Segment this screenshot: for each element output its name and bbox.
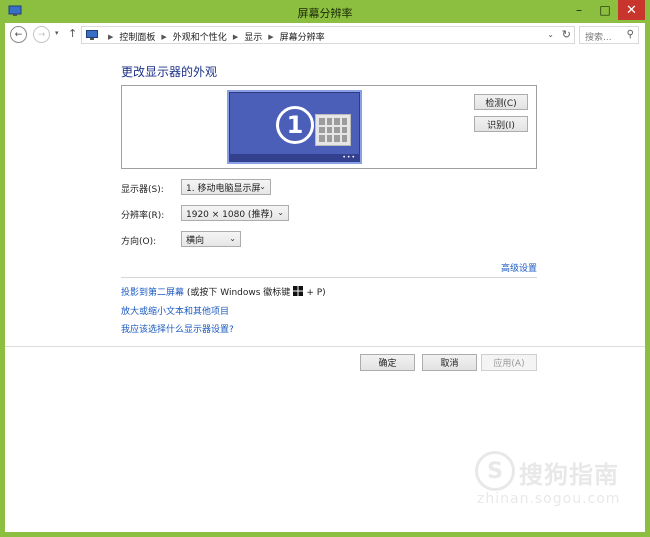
breadcrumb-display[interactable]: 显示 bbox=[244, 30, 262, 43]
window-title: 屏幕分辨率 bbox=[297, 7, 353, 20]
ok-button[interactable]: 确定 bbox=[360, 354, 415, 371]
orientation-label: 方向(O): bbox=[121, 237, 157, 247]
back-button[interactable]: ← bbox=[10, 26, 27, 43]
chevron-down-icon: ⌄ bbox=[277, 208, 284, 217]
breadcrumb-screen-resolution[interactable]: 屏幕分辨率 bbox=[280, 30, 325, 43]
page-title: 更改显示器的外观 bbox=[121, 65, 218, 79]
resolution-select-value: 1920 × 1080 (推荐) bbox=[186, 209, 273, 220]
display-select-value: 1. 移动电脑显示屏 bbox=[186, 183, 261, 194]
breadcrumb-separator-icon[interactable]: ▶ bbox=[233, 33, 238, 41]
resolution-label: 分辨率(R): bbox=[121, 211, 165, 221]
watermark-brand: 搜狗指南 bbox=[519, 461, 619, 489]
breadcrumb-appearance[interactable]: 外观和个性化 bbox=[173, 30, 227, 43]
orientation-select-value: 横向 bbox=[186, 235, 205, 246]
resolution-select[interactable]: 1920 × 1080 (推荐) ⌄ bbox=[181, 205, 289, 221]
breadcrumb-separator-icon[interactable]: ▶ bbox=[161, 33, 166, 41]
identify-button[interactable]: 识别(I) bbox=[474, 116, 528, 132]
watermark-url: zhinan.sogou.com bbox=[477, 491, 621, 507]
monitor-number-badge: 1 bbox=[276, 106, 314, 144]
project-hint-text: (或按下 Windows 徽标键 bbox=[186, 288, 291, 298]
address-bar: ← → ▾ ↑ ▶ 控制面板 ▶ 外观和个性化 ▶ 显示 ▶ 屏幕分辨率 ⌄ ↻… bbox=[5, 23, 645, 47]
cancel-button[interactable]: 取消 bbox=[422, 354, 477, 371]
breadcrumb-separator-icon[interactable]: ▶ bbox=[108, 33, 113, 41]
forward-button[interactable]: → bbox=[33, 26, 50, 43]
project-second-screen-row: 投影到第二屏幕 (或按下 Windows 徽标键 + P) bbox=[121, 285, 326, 298]
apply-button[interactable]: 应用(A) bbox=[481, 354, 537, 371]
search-input[interactable]: 搜索... ⚲ bbox=[579, 26, 639, 44]
advanced-settings-link[interactable]: 高级设置 bbox=[501, 261, 537, 274]
control-panel-icon bbox=[86, 30, 98, 40]
search-placeholder: 搜索... bbox=[585, 33, 612, 43]
display-select[interactable]: 1. 移动电脑显示屏 ⌄ bbox=[181, 179, 271, 195]
breadcrumb-control-panel[interactable]: 控制面板 bbox=[119, 30, 155, 43]
maximize-button[interactable]: □ bbox=[592, 0, 618, 20]
project-second-screen-link[interactable]: 投影到第二屏幕 bbox=[121, 288, 184, 298]
chevron-down-icon: ⌄ bbox=[259, 182, 266, 191]
refresh-icon[interactable]: ↻ bbox=[562, 28, 571, 41]
breadcrumb: ▶ 控制面板 ▶ 外观和个性化 ▶ 显示 ▶ 屏幕分辨率 bbox=[102, 30, 325, 44]
window-client-area: ← → ▾ ↑ ▶ 控制面板 ▶ 外观和个性化 ▶ 显示 ▶ 屏幕分辨率 ⌄ ↻… bbox=[5, 23, 645, 532]
chevron-down-icon: ⌄ bbox=[229, 234, 236, 243]
display-label: 显示器(S): bbox=[121, 185, 164, 195]
up-button[interactable]: ↑ bbox=[68, 27, 77, 40]
footer-divider bbox=[5, 346, 645, 347]
search-icon[interactable]: ⚲ bbox=[627, 29, 634, 40]
monitor-dots: ••• bbox=[342, 154, 356, 161]
which-settings-link[interactable]: 我应该选择什么显示器设置? bbox=[121, 322, 234, 335]
window-frame: 屏幕分辨率 – □ ✕ ← → ▾ ↑ ▶ 控制面板 ▶ 外观和个性化 ▶ 显示… bbox=[0, 0, 650, 537]
address-box[interactable]: ▶ 控制面板 ▶ 外观和个性化 ▶ 显示 ▶ 屏幕分辨率 ⌄ ↻ bbox=[81, 26, 575, 44]
detect-button[interactable]: 检测(C) bbox=[474, 94, 528, 110]
start-screen-tiles-icon bbox=[315, 114, 351, 146]
recent-locations-chevron-icon[interactable]: ▾ bbox=[55, 29, 59, 37]
address-dropdown-chevron-icon[interactable]: ⌄ bbox=[547, 30, 554, 39]
monitor-taskbar: ••• bbox=[229, 154, 360, 162]
orientation-select[interactable]: 横向 ⌄ bbox=[181, 231, 241, 247]
minimize-button[interactable]: – bbox=[566, 0, 592, 20]
windows-logo-icon bbox=[293, 286, 304, 296]
project-hint-shortcut: + P) bbox=[306, 288, 326, 298]
divider bbox=[121, 277, 537, 278]
title-bar[interactable]: 屏幕分辨率 – □ ✕ bbox=[0, 0, 650, 23]
sogou-watermark: S 搜狗指南 zhinan.sogou.com bbox=[473, 451, 641, 511]
close-button[interactable]: ✕ bbox=[618, 0, 645, 20]
breadcrumb-separator-icon[interactable]: ▶ bbox=[268, 33, 273, 41]
monitor-1-thumbnail[interactable]: 1 ••• bbox=[227, 90, 362, 164]
text-size-link[interactable]: 放大或缩小文本和其他项目 bbox=[121, 304, 229, 317]
display-preview-panel: 1 ••• 检测(C) 识别(I) bbox=[121, 85, 537, 169]
sogou-logo-icon: S bbox=[475, 451, 515, 491]
